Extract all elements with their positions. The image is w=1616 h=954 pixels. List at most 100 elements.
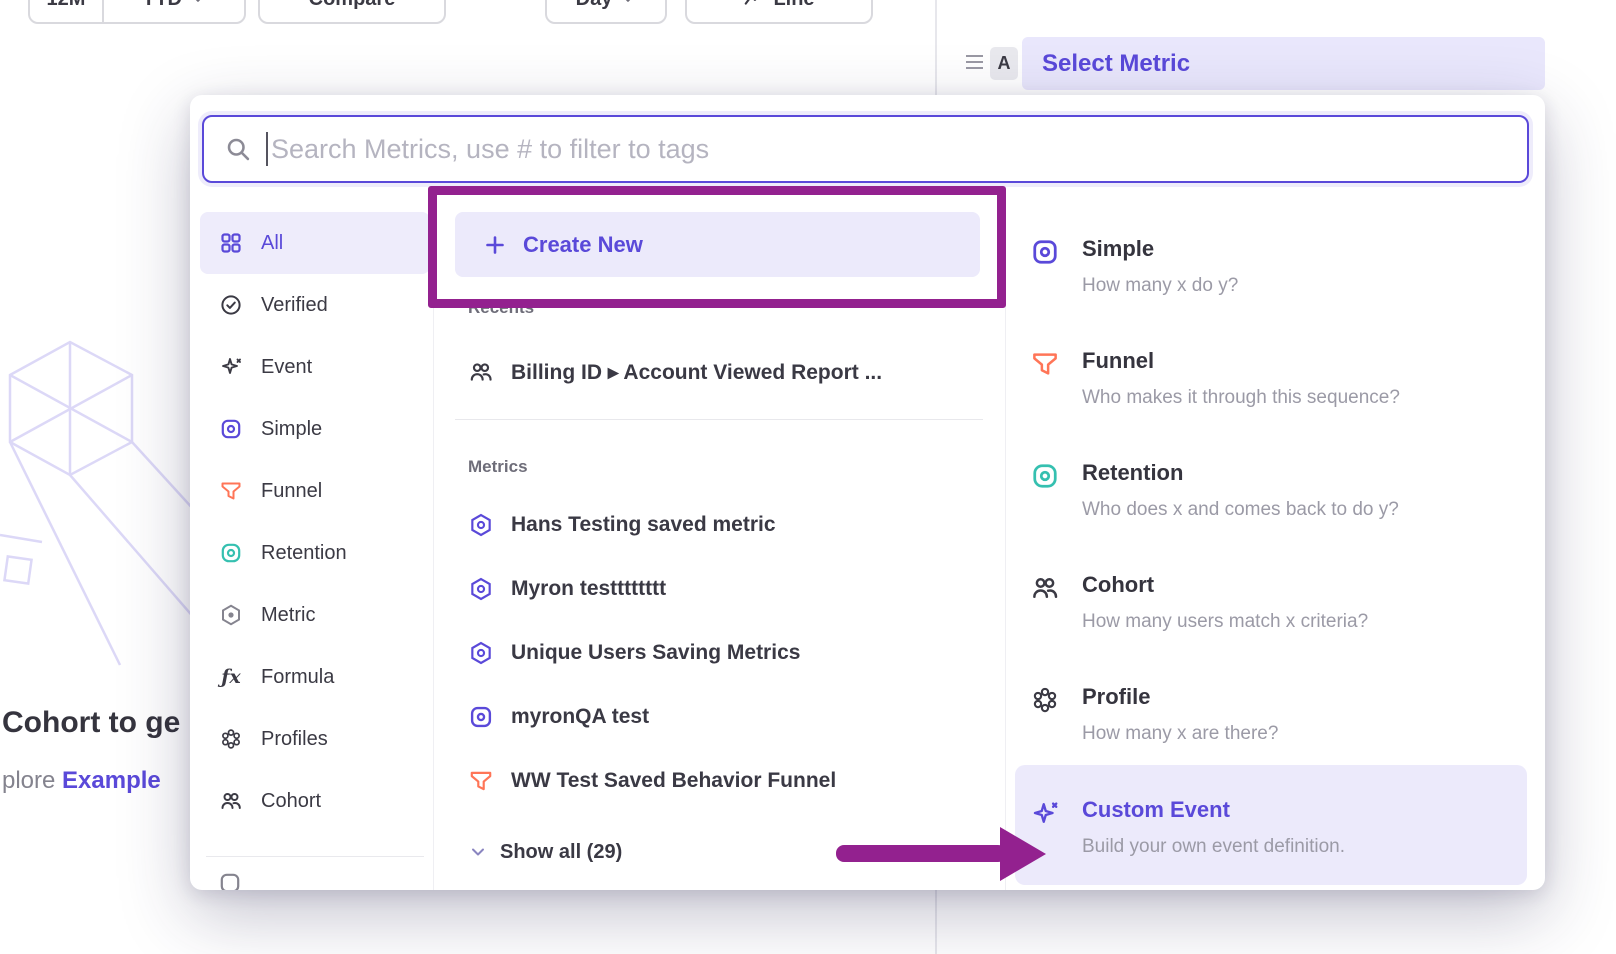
explore-prefix: plore — [2, 767, 62, 794]
sidebar-item-formula[interactable]: ƒx Formula — [200, 646, 430, 708]
board-icon — [468, 704, 494, 730]
show-all-button[interactable]: Show all (29) — [468, 830, 622, 874]
funnel-icon — [1030, 349, 1060, 379]
recents-header: Recents — [468, 298, 534, 318]
select-metric-label: Select Metric — [1042, 50, 1190, 78]
type-desc: Who does x and comes back to do y? — [1082, 499, 1399, 521]
metrics-header: Metrics — [468, 457, 528, 477]
sidebar-divider — [206, 856, 424, 857]
metric-list-item[interactable]: WW Test Saved Behavior Funnel — [468, 756, 836, 806]
type-title: Cohort — [1082, 572, 1368, 598]
type-title: Custom Event — [1082, 797, 1345, 823]
sidebar-item-profiles[interactable]: Profiles — [200, 708, 430, 770]
search-input[interactable] — [271, 134, 1507, 165]
simple-icon — [218, 416, 244, 442]
cohort-people-icon — [468, 359, 494, 385]
show-all-label: Show all (29) — [500, 841, 622, 864]
drag-handle-icon[interactable] — [966, 55, 983, 73]
metric-hexagon-icon — [468, 512, 494, 538]
cohort-people-icon — [1030, 573, 1060, 603]
select-metric-field[interactable]: Select Metric — [1022, 37, 1545, 90]
metric-list-item[interactable]: Hans Testing saved metric — [468, 500, 776, 550]
metric-item-label: Hans Testing saved metric — [511, 513, 776, 537]
filter-sidebar: All Verified Event Simple Funnel — [200, 212, 430, 890]
type-title: Profile — [1082, 684, 1278, 710]
sidebar-item-cohort[interactable]: Cohort — [200, 770, 430, 832]
create-new-button[interactable]: Create New — [455, 212, 980, 277]
sidebar-item-label: Metric — [261, 604, 315, 627]
metric-hexagon-icon — [468, 640, 494, 666]
metric-row-badge: A — [990, 47, 1018, 80]
compare-button[interactable]: Compare — [258, 0, 446, 24]
type-desc: How many users match x criteria? — [1082, 611, 1368, 633]
annotation-arrow-shaft — [836, 845, 1006, 862]
date-range-segmented-control: 12M YTD — [28, 0, 246, 24]
metric-item-label: WW Test Saved Behavior Funnel — [511, 769, 836, 793]
verified-icon — [218, 292, 244, 318]
simple-icon — [1030, 237, 1060, 267]
create-new-label: Create New — [523, 232, 643, 258]
middle-column-divider — [1005, 200, 1006, 890]
custom-event-sparkle-icon — [1030, 798, 1060, 828]
canvas-heading: Cohort to ge — [2, 706, 180, 740]
event-sparkle-icon — [218, 354, 244, 380]
canvas-explore-text: plore Example — [2, 767, 161, 795]
metric-picker-modal: All Verified Event Simple Funnel — [190, 95, 1545, 890]
sidebar-item-funnel[interactable]: Funnel — [200, 460, 430, 522]
type-item-profile[interactable]: Profile How many x are there? — [1015, 684, 1527, 745]
metric-item-label: Myron testttttttt — [511, 577, 666, 601]
sidebar-item-verified[interactable]: Verified — [200, 274, 430, 336]
metric-item-label: myronQA test — [511, 705, 649, 729]
metric-search-box[interactable] — [202, 115, 1529, 183]
granularity-day-button[interactable]: Day — [545, 0, 667, 24]
sidebar-item-metric[interactable]: Metric — [200, 584, 430, 646]
metric-hexagon-icon — [218, 602, 244, 628]
type-desc: Who makes it through this sequence? — [1082, 387, 1400, 409]
metric-item-label: Unique Users Saving Metrics — [511, 641, 800, 665]
clipped-icon — [218, 871, 242, 890]
example-link[interactable]: Example — [62, 767, 161, 794]
type-title: Funnel — [1082, 348, 1400, 374]
type-item-cohort[interactable]: Cohort How many users match x criteria? — [1015, 572, 1527, 633]
type-desc: How many x do y? — [1082, 275, 1238, 297]
type-item-retention[interactable]: Retention Who does x and comes back to d… — [1015, 460, 1527, 521]
profiles-flower-icon — [218, 726, 244, 752]
chevron-down-icon — [468, 842, 488, 862]
sidebar-item-simple[interactable]: Simple — [200, 398, 430, 460]
annotation-arrow-head — [1000, 827, 1046, 881]
metric-list-item[interactable]: Myron testttttttt — [468, 564, 666, 614]
grid-icon — [218, 230, 244, 256]
metric-list-item[interactable]: Unique Users Saving Metrics — [468, 628, 800, 678]
search-icon — [224, 135, 252, 163]
range-12m-button[interactable]: 12M — [30, 0, 102, 22]
sidebar-item-label: Funnel — [261, 480, 322, 503]
type-desc: How many x are there? — [1082, 723, 1278, 745]
sidebar-item-all[interactable]: All — [200, 212, 430, 274]
sidebar-item-retention[interactable]: Retention — [200, 522, 430, 584]
line-chart-icon — [743, 0, 765, 10]
recent-item[interactable]: Billing ID ▸ Account Viewed Report ... — [468, 347, 882, 397]
type-desc: Build your own event definition. — [1082, 836, 1345, 858]
profiles-flower-icon — [1030, 685, 1060, 715]
type-title: Retention — [1082, 460, 1399, 486]
range-ytd-button[interactable]: YTD — [104, 0, 244, 22]
sidebar-item-label: Profiles — [261, 728, 328, 751]
sidebar-item-label: Cohort — [261, 790, 321, 813]
sidebar-item-event[interactable]: Event — [200, 336, 430, 398]
sidebar-partial-item[interactable] — [200, 871, 430, 890]
type-item-custom-event[interactable]: Custom Event Build your own event defini… — [1015, 765, 1527, 885]
sidebar-item-label: Formula — [261, 666, 334, 689]
chevron-down-icon — [190, 0, 206, 7]
plus-icon — [483, 233, 507, 257]
type-item-simple[interactable]: Simple How many x do y? — [1015, 236, 1527, 297]
sidebar-item-label: Simple — [261, 418, 322, 441]
sidebar-item-label: Retention — [261, 542, 347, 565]
type-item-funnel[interactable]: Funnel Who makes it through this sequenc… — [1015, 348, 1527, 409]
metric-hexagon-icon — [468, 576, 494, 602]
retention-icon — [1030, 461, 1060, 491]
funnel-icon — [218, 478, 244, 504]
formula-icon: ƒx — [218, 664, 244, 690]
chart-type-line-button[interactable]: Line — [685, 0, 873, 24]
metric-list-item[interactable]: myronQA test — [468, 692, 649, 742]
sidebar-item-label: All — [261, 232, 283, 255]
